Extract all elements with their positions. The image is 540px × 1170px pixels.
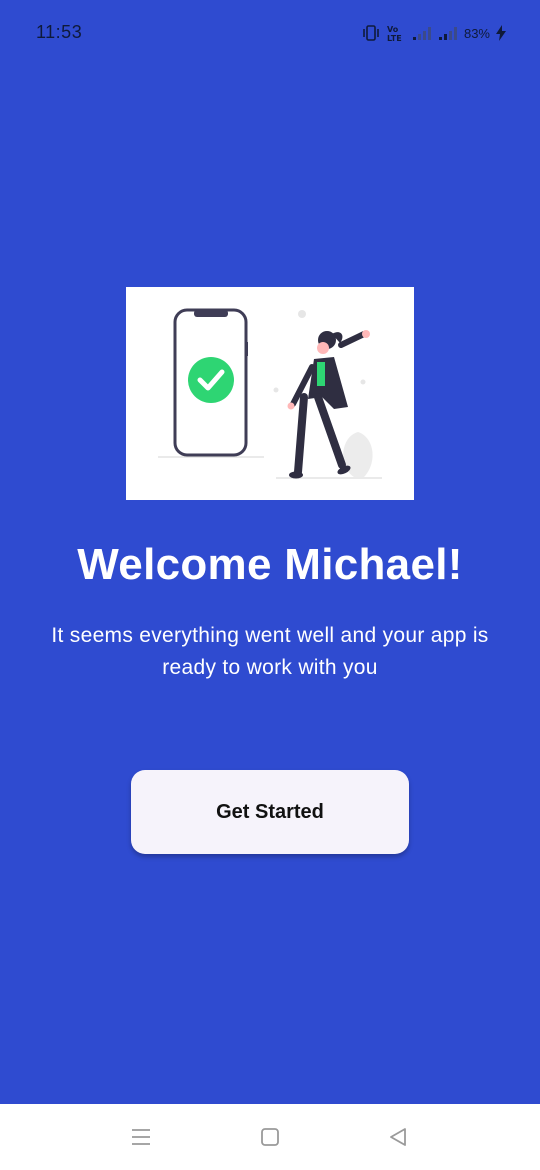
volte-icon: Vo LTE	[386, 24, 406, 42]
home-square-icon[interactable]	[255, 1122, 285, 1152]
get-started-button[interactable]: Get Started	[131, 770, 409, 854]
menu-icon[interactable]	[126, 1122, 156, 1152]
battery-percent: 83%	[463, 25, 490, 41]
status-time: 11:53	[36, 22, 83, 42]
vibrate-icon	[362, 25, 380, 41]
battery-charging-icon	[496, 25, 506, 41]
signal-icon	[412, 26, 432, 40]
welcome-title: Welcome Michael!	[77, 540, 463, 589]
welcome-subtitle: It seems everything went well and your a…	[51, 624, 489, 679]
success-illustration	[126, 287, 414, 500]
back-triangle-icon[interactable]	[383, 1122, 413, 1152]
get-started-label: Get Started	[216, 800, 324, 823]
svg-text:LTE: LTE	[387, 34, 402, 42]
welcome-screen: 11:53 Vo LTE 83% Welcome Michael! It see…	[0, 0, 540, 1170]
signal-icon	[438, 26, 458, 40]
status-bar: 11:53 Vo LTE 83%	[0, 0, 540, 66]
svg-text:Vo: Vo	[387, 25, 399, 34]
system-nav-bar	[0, 1104, 540, 1170]
check-circle-icon	[188, 357, 234, 403]
status-icons: Vo LTE 83%	[362, 24, 506, 42]
